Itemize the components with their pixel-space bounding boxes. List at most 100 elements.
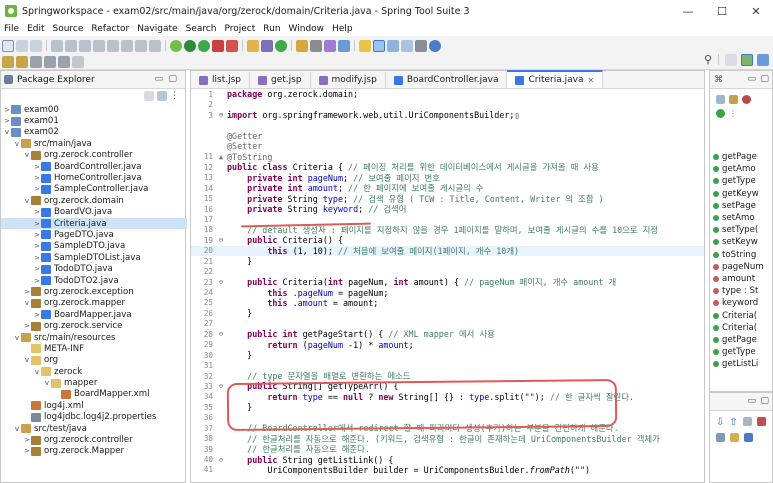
java-perspective-icon[interactable] [757, 53, 769, 66]
code-line[interactable]: 26 } [191, 308, 704, 318]
show-whitespace-icon[interactable] [401, 39, 413, 52]
tree-item[interactable]: > PageDTO.java [1, 229, 187, 240]
view-menu-icon[interactable]: ⋮ [170, 91, 179, 101]
outline-item[interactable]: Criteria( [710, 322, 773, 334]
paragraph-icon[interactable] [415, 39, 427, 52]
tree-item[interactable]: > BoardVO.java [1, 207, 187, 218]
outline-item[interactable]: getType [710, 175, 773, 187]
outline-item[interactable]: setKeyw [710, 236, 773, 248]
globe-icon[interactable] [429, 39, 441, 52]
fold-toggle-icon[interactable]: ⊖ [215, 330, 227, 338]
tree-item[interactable]: v src/main/resources [1, 332, 187, 343]
outline-item[interactable]: getListLi [710, 358, 773, 370]
tree-item[interactable]: > exam00 [1, 104, 187, 115]
menu-run[interactable]: Run [259, 24, 284, 34]
forward-icon[interactable] [58, 55, 70, 68]
pin-editor-icon[interactable] [72, 55, 84, 68]
code-line[interactable]: 34 return type == null ? new String[] {}… [191, 392, 704, 402]
tree-item[interactable]: > org.zerock.Mapper [1, 446, 187, 457]
tree-item[interactable]: > TodoDTO2.java [1, 275, 187, 286]
code-line[interactable]: 28 ⊖ public int getPageStart() { // XML m… [191, 329, 704, 339]
tree-item[interactable]: v zerock [1, 366, 187, 377]
collapsed-chevron-icon[interactable]: > [33, 163, 41, 171]
tree-item[interactable]: v org.zerock.domain [1, 195, 187, 206]
search-icon[interactable]: ⚲ [704, 53, 712, 66]
collapsed-chevron-icon[interactable]: > [33, 174, 41, 182]
debug-icon[interactable] [184, 39, 196, 52]
tree-item[interactable]: > HomeController.java [1, 172, 187, 183]
link-editor-icon[interactable] [157, 91, 167, 101]
outline-item[interactable]: setPage [710, 200, 773, 212]
last-edit-icon[interactable] [30, 55, 42, 68]
outline-item[interactable]: getPage [710, 334, 773, 346]
code-line[interactable]: 3 ⊕ import org.springframework.web.util.Ur… [191, 110, 704, 120]
search-tool-icon[interactable] [324, 39, 336, 52]
arrow-down-icon[interactable]: ⇩ [716, 417, 724, 428]
maximize-button[interactable]: ☐ [705, 0, 739, 22]
tree-item[interactable]: v mapper [1, 377, 187, 388]
maximize-view-icon[interactable]: ▢ [168, 74, 177, 84]
tree-item[interactable]: > BoardMapper.java [1, 309, 187, 320]
expanded-chevron-icon[interactable]: v [33, 368, 41, 376]
collapsed-chevron-icon[interactable]: > [33, 231, 41, 239]
new-java-project-icon[interactable] [247, 39, 259, 52]
code-line[interactable]: 30 } [191, 350, 704, 360]
menu-help[interactable]: Help [328, 24, 357, 34]
history-icon[interactable] [742, 417, 752, 426]
tree-item[interactable]: log4jdbc.log4j2.properties [1, 412, 187, 423]
editor-tab[interactable]: Criteria.java ✕ [507, 70, 604, 88]
tree-item[interactable]: META-INF [1, 343, 187, 354]
minimize-button[interactable]: — [671, 0, 705, 22]
minimize-view-icon[interactable]: ▭ [747, 74, 756, 84]
hide-static-icon[interactable] [742, 95, 751, 104]
outline-item[interactable]: amount [710, 273, 773, 285]
fold-toggle-icon[interactable]: ⊖ [215, 278, 227, 286]
fold-toggle-icon[interactable]: ⊖ [215, 382, 227, 390]
back-icon[interactable] [44, 55, 56, 68]
menu-navigate[interactable]: Navigate [133, 24, 181, 34]
open-perspective-button-icon[interactable] [725, 53, 737, 66]
outline-item[interactable]: type : St [710, 285, 773, 297]
collapsed-chevron-icon[interactable]: > [33, 242, 41, 250]
save-icon[interactable] [16, 39, 28, 52]
save-all-icon[interactable] [30, 39, 42, 52]
code-line[interactable]: 24 this .pageNum = pageNum; [191, 287, 704, 298]
menu-window[interactable]: Window [285, 24, 329, 34]
code-line[interactable]: 16 private String keyword; // 검색어 [191, 204, 704, 214]
tree-item[interactable]: v src/test/java [1, 423, 187, 434]
collapsed-chevron-icon[interactable]: > [23, 447, 31, 455]
menu-project[interactable]: Project [220, 24, 259, 34]
new-package-icon[interactable] [261, 39, 273, 52]
collapsed-chevron-icon[interactable]: > [33, 185, 41, 193]
pin-icon[interactable] [744, 433, 753, 442]
code-line[interactable] [191, 120, 704, 130]
tree-item[interactable]: BoardMapper.xml [1, 389, 187, 400]
fold-toggle-icon[interactable]: ▲ [215, 153, 227, 161]
maximize-view-icon[interactable]: ▢ [760, 396, 769, 406]
spring-boot-icon[interactable] [170, 39, 182, 52]
tree-item[interactable]: > TodoDTO.java [1, 263, 187, 274]
maximize-view-icon[interactable]: ▢ [760, 74, 769, 84]
delete-icon[interactable] [756, 417, 766, 426]
collapsed-chevron-icon[interactable]: > [33, 254, 41, 262]
next-annotation-icon[interactable] [2, 55, 14, 68]
expanded-chevron-icon[interactable]: v [43, 379, 51, 387]
tree-item[interactable]: > exam01 [1, 115, 187, 126]
collapsed-chevron-icon[interactable]: > [33, 220, 41, 228]
outline-item[interactable]: getType [710, 346, 773, 358]
expanded-chevron-icon[interactable]: v [13, 425, 21, 433]
spring-perspective-icon[interactable] [741, 53, 753, 66]
new-icon[interactable] [2, 39, 14, 52]
disconnect-icon[interactable] [107, 39, 119, 52]
code-line[interactable]: 39 // 한글처리를 자동으로 해준다. [191, 444, 704, 454]
tree-item[interactable]: v org.zerock.controller [1, 150, 187, 161]
close-tab-icon[interactable]: ✕ [587, 76, 594, 85]
minimize-view-icon[interactable]: ▭ [154, 74, 163, 84]
code-line[interactable]: 23 ⊖ public Criteria(int pageNum, int amo… [191, 277, 704, 287]
outline-item[interactable]: toString [710, 249, 773, 261]
expanded-chevron-icon[interactable]: v [3, 128, 11, 136]
tree-item[interactable]: > SampleController.java [1, 184, 187, 195]
outline-item[interactable]: pageNum [710, 261, 773, 273]
collapsed-chevron-icon[interactable]: > [33, 277, 41, 285]
open-task-icon[interactable] [310, 39, 322, 52]
